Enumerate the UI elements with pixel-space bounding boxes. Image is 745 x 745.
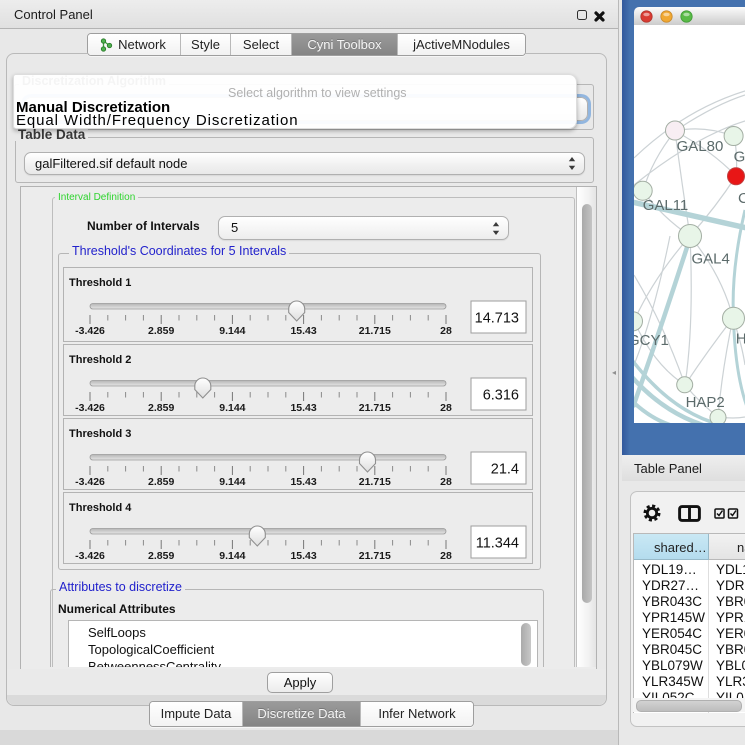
svg-text:28: 28 [440,476,452,488]
svg-text:2.859: 2.859 [148,325,174,337]
svg-text:GCY1: GCY1 [634,332,669,349]
svg-text:-3.426: -3.426 [75,402,105,414]
svg-text:2.859: 2.859 [148,550,174,562]
svg-text:9.144: 9.144 [219,325,245,337]
svg-text:C: C [738,190,745,207]
svg-text:Threshold 3: Threshold 3 [69,428,131,440]
svg-text:15.43: 15.43 [290,402,316,414]
svg-text:21.715: 21.715 [359,325,391,337]
svg-text:21.4: 21.4 [491,461,519,477]
svg-text:28: 28 [440,402,452,414]
svg-text:GAL11: GAL11 [643,197,689,214]
svg-text:GA: GA [734,149,745,166]
svg-text:28: 28 [440,550,452,562]
svg-text:-3.426: -3.426 [75,550,105,562]
svg-text:21.715: 21.715 [359,402,391,414]
svg-text:Threshold 2: Threshold 2 [69,354,131,366]
svg-text:9.144: 9.144 [219,476,245,488]
svg-text:Threshold 4: Threshold 4 [69,502,132,514]
svg-text:14.713: 14.713 [475,311,519,327]
svg-text:9.144: 9.144 [219,550,245,562]
svg-text:H: H [736,331,745,348]
svg-text:2.859: 2.859 [148,402,174,414]
svg-text:HAP2: HAP2 [686,394,725,411]
svg-text:11.344: 11.344 [476,535,519,551]
svg-text:GAL4: GAL4 [692,251,730,268]
svg-text:15.43: 15.43 [290,550,316,562]
svg-text:GAL80: GAL80 [677,138,724,155]
svg-text:9.144: 9.144 [219,402,245,414]
svg-text:-3.426: -3.426 [75,476,105,488]
svg-text:21.715: 21.715 [359,476,391,488]
svg-text:-3.426: -3.426 [75,325,105,337]
svg-text:15.43: 15.43 [290,476,316,488]
svg-text:28: 28 [440,325,452,337]
svg-text:21.715: 21.715 [359,550,391,562]
svg-text:15.43: 15.43 [290,325,316,337]
svg-text:Threshold 1: Threshold 1 [69,277,131,289]
svg-text:6.316: 6.316 [483,388,519,404]
svg-text:2.859: 2.859 [148,476,174,488]
